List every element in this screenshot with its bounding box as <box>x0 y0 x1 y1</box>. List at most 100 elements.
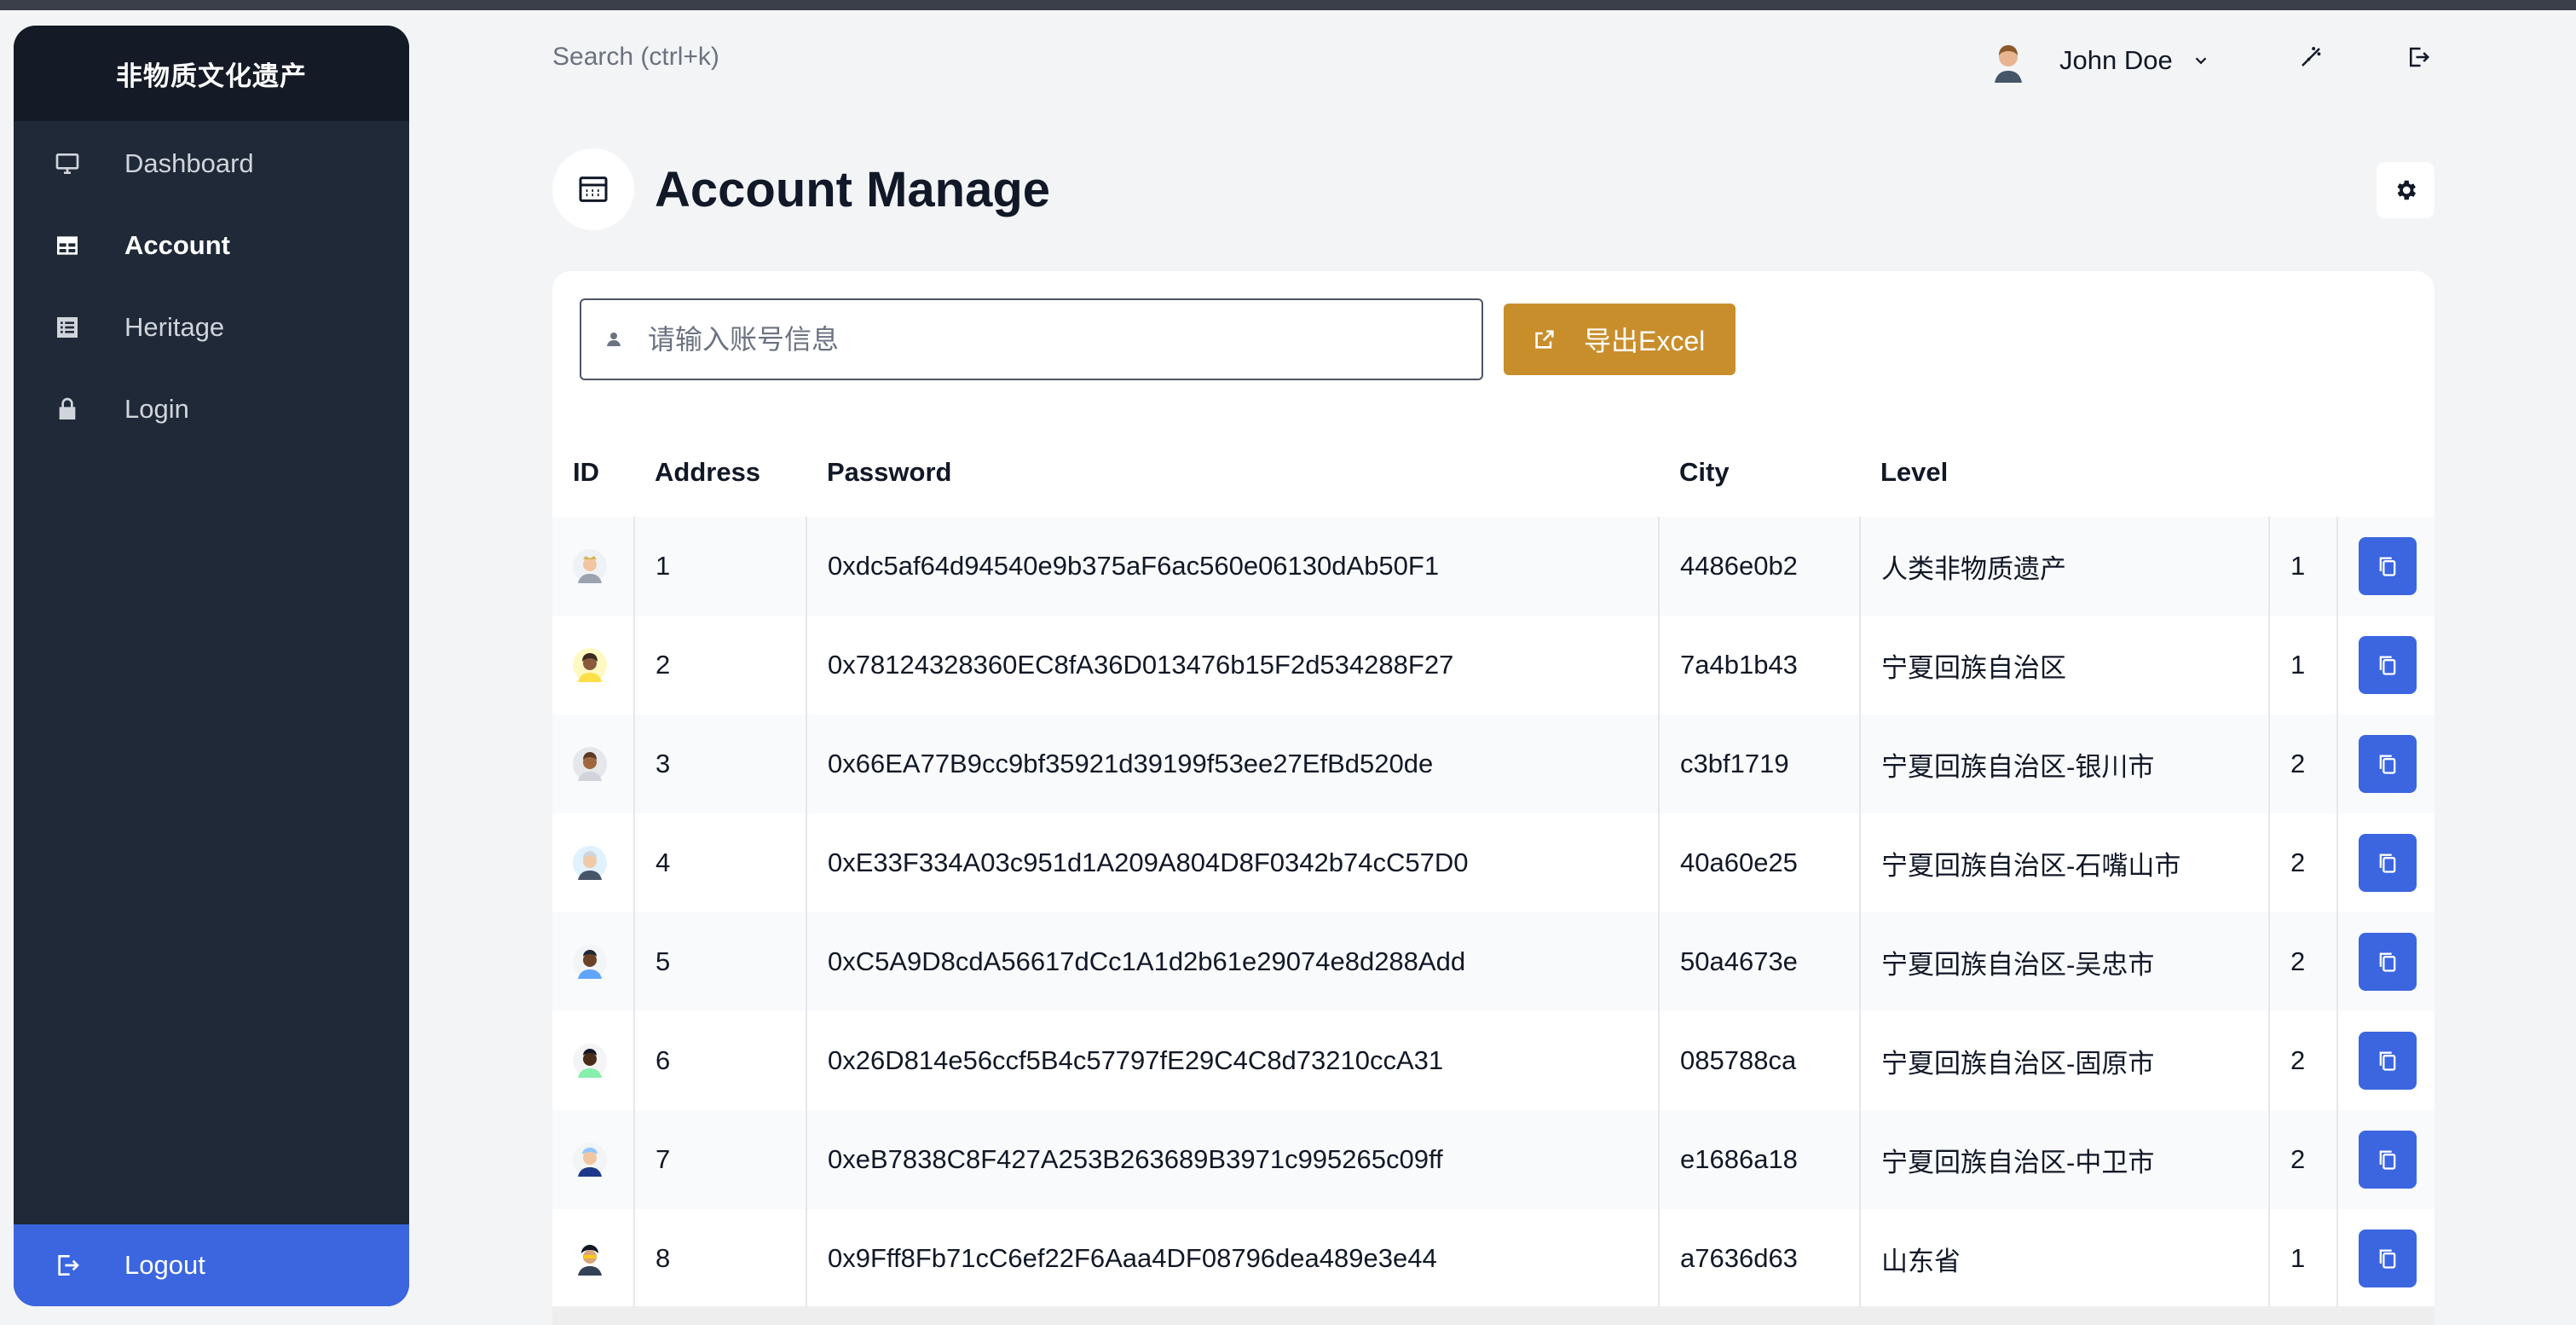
list-icon <box>53 313 82 342</box>
cell-city: c3bf1719 <box>1659 715 1861 813</box>
column-header-password[interactable]: Password <box>806 428 1659 517</box>
cell-address: 5 <box>634 912 807 1011</box>
gear-icon <box>2397 180 2416 200</box>
window-top-strip <box>0 0 2576 10</box>
account-table: ID Address Password City Level 1 0xdc5af… <box>552 428 2434 1308</box>
copy-button[interactable] <box>2359 537 2417 595</box>
avatar <box>573 747 607 781</box>
theme-toggle-icon[interactable] <box>2296 43 2325 72</box>
cell-level: 人类非物质遗产 <box>1860 517 2270 616</box>
account-search-input[interactable] <box>648 323 1415 356</box>
column-header-actions <box>2337 428 2434 517</box>
cell-level: 宁夏回族自治区 <box>1860 616 2270 715</box>
cell-level: 宁夏回族自治区-中卫市 <box>1860 1110 2270 1209</box>
table-row[interactable]: 2 0x78124328360EC8fA36D013476b15F2d53428… <box>552 616 2434 715</box>
cell-num: 2 <box>2269 1011 2338 1110</box>
cell-address: 7 <box>634 1110 807 1209</box>
cell-address: 1 <box>634 517 807 616</box>
copy-button[interactable] <box>2359 735 2417 793</box>
sidebar-item-label: Heritage <box>124 312 225 342</box>
avatar <box>573 549 607 583</box>
cell-num: 2 <box>2269 715 2338 813</box>
cell-city: 7a4b1b43 <box>1659 616 1861 715</box>
sidebar-nav: Dashboard Account Heritage Login <box>14 121 409 450</box>
chevron-down-icon <box>2195 57 2207 65</box>
sign-out-icon[interactable] <box>2404 43 2433 72</box>
copy-icon <box>2379 853 2396 873</box>
cell-password: 0x78124328360EC8fA36D013476b15F2d534288F… <box>806 616 1660 715</box>
global-search[interactable]: Search (ctrl+k) <box>552 43 719 72</box>
sidebar-item-heritage[interactable]: Heritage <box>14 286 409 368</box>
sidebar-item-label: Account <box>124 230 230 260</box>
table-row[interactable]: 8 0x9Fff8Fb71cC6ef22F6Aaa4DF08796dea489e… <box>552 1209 2434 1308</box>
user-avatar <box>1986 38 2030 83</box>
cell-level: 宁夏回族自治区-石嘴山市 <box>1860 813 2270 912</box>
avatar <box>573 846 607 880</box>
table-icon <box>53 231 82 260</box>
copy-icon <box>2379 1150 2396 1170</box>
cell-address: 2 <box>634 616 807 715</box>
user-icon <box>607 333 621 346</box>
cell-level: 宁夏回族自治区-固原市 <box>1860 1011 2270 1110</box>
table-row[interactable]: 1 0xdc5af64d94540e9b375aF6ac560e06130dAb… <box>552 517 2434 616</box>
copy-button[interactable] <box>2359 636 2417 694</box>
cell-city: 085788ca <box>1659 1011 1861 1110</box>
copy-button[interactable] <box>2359 1230 2417 1287</box>
cell-level: 山东省 <box>1860 1209 2270 1308</box>
table-icon <box>552 148 634 230</box>
column-header-id[interactable]: ID <box>552 428 634 517</box>
cell-num: 2 <box>2269 912 2338 1011</box>
avatar <box>573 945 607 979</box>
column-header-city[interactable]: City <box>1659 428 1860 517</box>
monitor-icon <box>53 149 82 178</box>
logout-label: Logout <box>124 1250 205 1280</box>
table-row[interactable]: 3 0x66EA77B9cc9bf35921d39199f53ee27EfBd5… <box>552 715 2434 813</box>
copy-button[interactable] <box>2359 834 2417 892</box>
account-search[interactable] <box>580 298 1483 380</box>
copy-button[interactable] <box>2359 1032 2417 1090</box>
cell-password: 0xdc5af64d94540e9b375aF6ac560e06130dAb50… <box>806 517 1660 616</box>
cell-password: 0xeB7838C8F427A253B263689B3971c995265c09… <box>806 1110 1660 1209</box>
column-header-address[interactable]: Address <box>634 428 806 517</box>
table-row[interactable]: 7 0xeB7838C8F427A253B263689B3971c995265c… <box>552 1110 2434 1209</box>
export-label: 导出Excel <box>1584 326 1706 356</box>
table-row[interactable]: 5 0xC5A9D8cdA56617dCc1A1d2b61e29074e8d28… <box>552 912 2434 1011</box>
cell-num: 1 <box>2269 517 2338 616</box>
table-row[interactable]: 6 0x26D814e56ccf5B4c57797fE29C4C8d73210c… <box>552 1011 2434 1110</box>
column-header-level[interactable]: Level <box>1860 428 2269 517</box>
table-row[interactable]: 4 0xE33F334A03c951d1A209A804D8F0342b74cC… <box>552 813 2434 912</box>
brand-title: 非物质文化遗产 <box>14 26 409 121</box>
cell-address: 3 <box>634 715 807 813</box>
cell-password: 0x9Fff8Fb71cC6ef22F6Aaa4DF08796dea489e3e… <box>806 1209 1660 1308</box>
settings-button[interactable] <box>2377 162 2434 218</box>
avatar <box>573 1241 607 1276</box>
cell-password: 0xC5A9D8cdA56617dCc1A1d2b61e29074e8d288A… <box>806 912 1660 1011</box>
user-menu[interactable]: John Doe <box>1986 34 2210 87</box>
logout-button[interactable]: Logout <box>14 1224 409 1306</box>
page-header: Account Manage <box>552 148 1050 230</box>
avatar <box>573 1143 607 1177</box>
avatar <box>573 1044 607 1078</box>
cell-num: 1 <box>2269 616 2338 715</box>
cell-password: 0x26D814e56ccf5B4c57797fE29C4C8d73210ccA… <box>806 1011 1660 1110</box>
cell-address: 6 <box>634 1011 807 1110</box>
avatar <box>573 648 607 682</box>
copy-icon <box>2379 1249 2396 1269</box>
external-link-icon <box>1535 330 1554 349</box>
copy-button[interactable] <box>2359 1131 2417 1189</box>
cell-city: a7636d63 <box>1659 1209 1861 1308</box>
cell-level: 宁夏回族自治区-银川市 <box>1860 715 2270 813</box>
copy-button[interactable] <box>2359 933 2417 991</box>
sidebar-item-login[interactable]: Login <box>14 368 409 450</box>
copy-icon <box>2379 952 2396 972</box>
table-header: ID Address Password City Level <box>552 428 2434 517</box>
sidebar: 非物质文化遗产 Dashboard Account Heritage Login <box>14 26 409 1306</box>
sidebar-item-account[interactable]: Account <box>14 205 409 286</box>
cell-password: 0xE33F334A03c951d1A209A804D8F0342b74cC57… <box>806 813 1660 912</box>
cell-city: 50a4673e <box>1659 912 1861 1011</box>
sidebar-item-dashboard[interactable]: Dashboard <box>14 123 409 205</box>
export-excel-button[interactable]: 导出Excel <box>1504 304 1736 375</box>
copy-icon <box>2379 755 2396 774</box>
cell-city: 40a60e25 <box>1659 813 1861 912</box>
table-overflow-edge <box>552 1306 2434 1325</box>
